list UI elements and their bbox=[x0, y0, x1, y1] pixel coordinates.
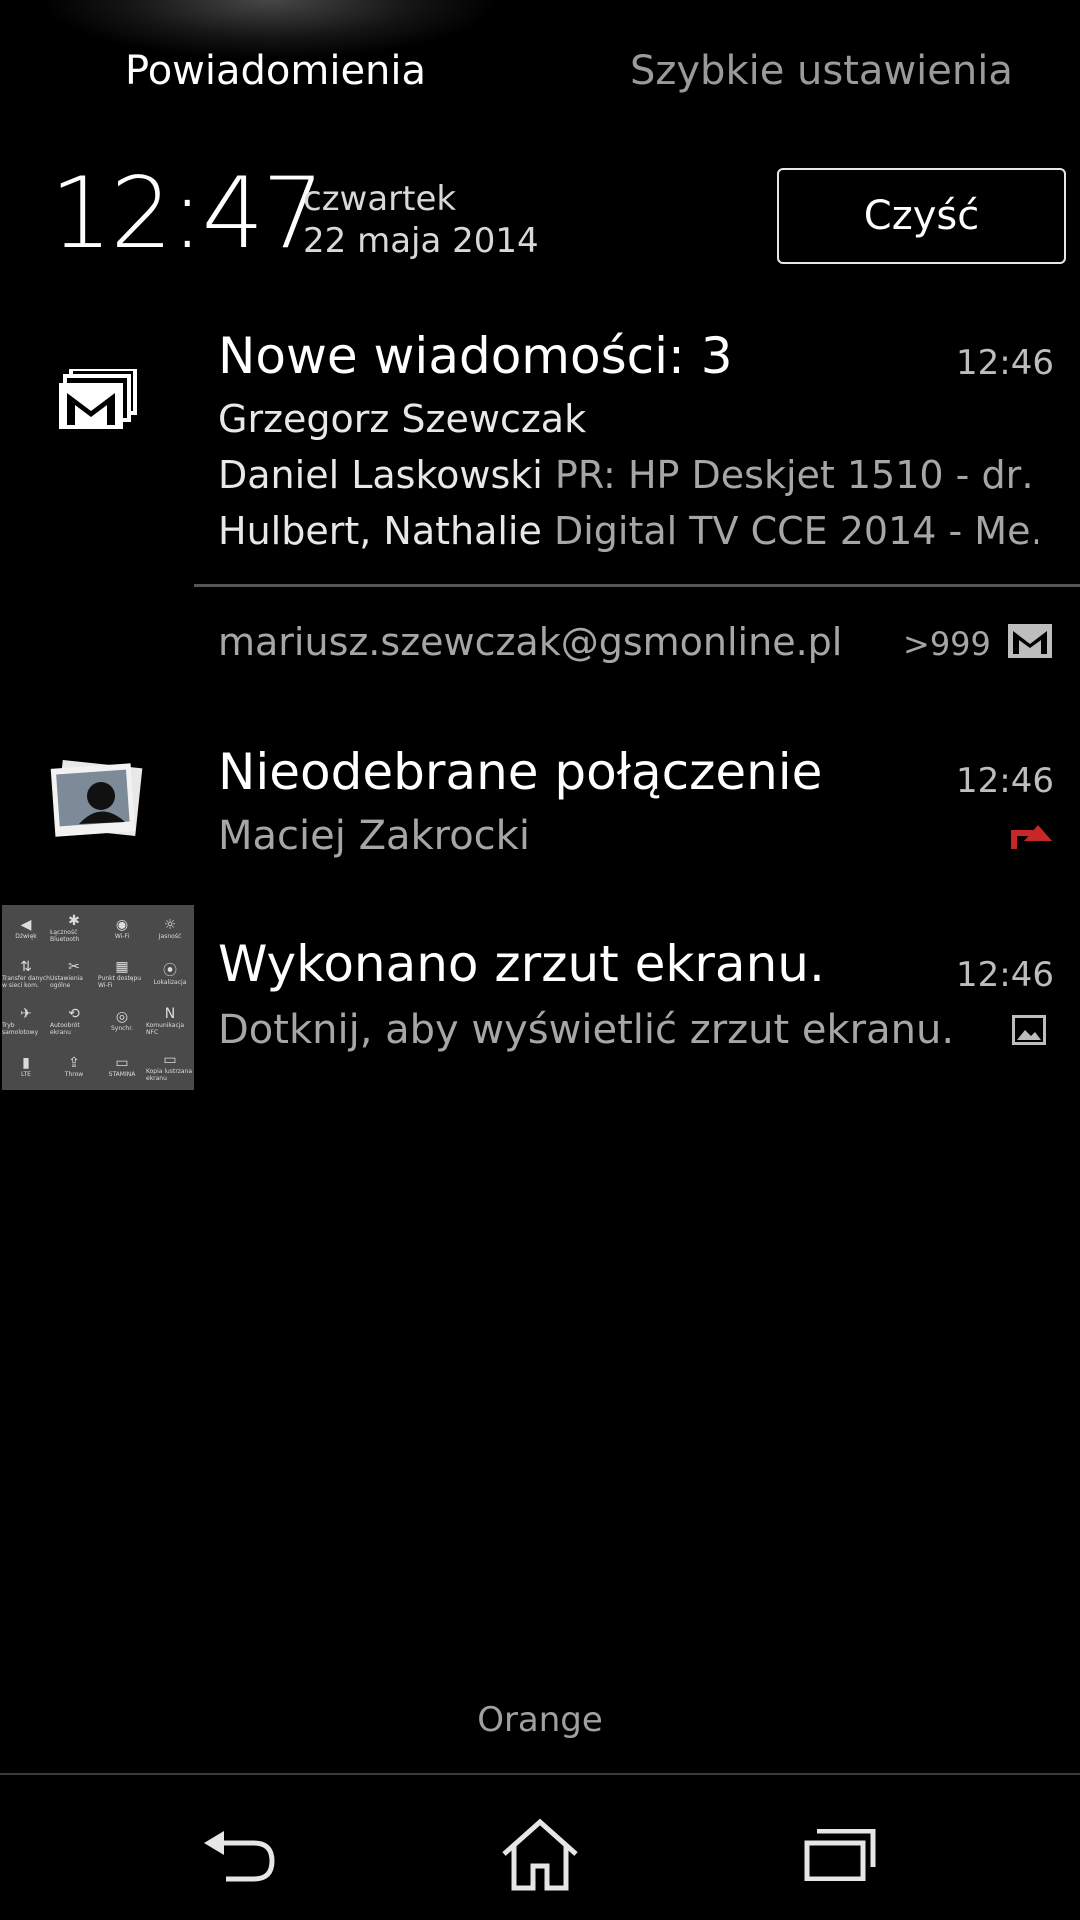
missed-call-icon bbox=[1010, 817, 1052, 855]
email-subject: Digital TV CCE 2014 - Me… bbox=[553, 509, 1038, 553]
email-sender: Grzegorz Szewczak bbox=[218, 397, 587, 441]
contact-photo bbox=[0, 750, 194, 850]
email-sender: Daniel Laskowski bbox=[218, 453, 543, 497]
email-line-1: Grzegorz Szewczak bbox=[218, 397, 1038, 441]
missed-call-contact: Maciej Zakrocki bbox=[218, 813, 530, 859]
email-subject: PR: HP Deskjet 1510 - dr… bbox=[554, 453, 1038, 497]
shade-tabs: Powiadomienia Szybkie ustawienia bbox=[0, 0, 1080, 150]
tab-notifications[interactable]: Powiadomienia bbox=[125, 48, 426, 94]
screenshot-subtitle: Dotknij, aby wyświetlić zrzut ekranu. bbox=[218, 1007, 955, 1053]
screenshot-notification[interactable]: Wykonano zrzut ekranu. 12:46 Dotknij, ab… bbox=[0, 905, 1080, 1095]
email-notification[interactable]: Nowe wiadomości: 3 12:46 Grzegorz Szewcz… bbox=[0, 315, 1080, 575]
email-line-3: Hulbert, Nathalie Digital TV CCE 2014 - … bbox=[218, 509, 1038, 553]
unread-count: >999 bbox=[903, 625, 991, 663]
gmail-multi-icon bbox=[0, 345, 194, 455]
back-icon[interactable] bbox=[195, 1815, 285, 1895]
date: 22 maja 2014 bbox=[303, 221, 539, 261]
email-line-2: Daniel Laskowski PR: HP Deskjet 1510 - d… bbox=[218, 453, 1038, 497]
weekday: czwartek bbox=[303, 179, 457, 219]
home-icon[interactable] bbox=[495, 1815, 585, 1895]
screenshot-title: Wykonano zrzut ekranu. bbox=[218, 935, 825, 993]
email-divider bbox=[194, 584, 1080, 587]
email-time: 12:46 bbox=[956, 343, 1054, 383]
screenshot-time: 12:46 bbox=[956, 955, 1054, 995]
clock: 12:47 bbox=[50, 157, 324, 271]
missed-call-time: 12:46 bbox=[956, 761, 1054, 801]
missed-call-notification[interactable]: Nieodebrane połączenie 12:46 Maciej Zakr… bbox=[0, 725, 1080, 875]
clear-button[interactable]: Czyść bbox=[777, 168, 1066, 264]
email-account: mariusz.szewczak@gsmonline.pl bbox=[218, 620, 843, 664]
email-title: Nowe wiadomości: 3 bbox=[218, 327, 733, 385]
gmail-icon bbox=[1008, 624, 1052, 662]
navigation-bar bbox=[0, 1773, 1080, 1920]
recents-icon[interactable] bbox=[795, 1815, 885, 1895]
date-block: czwartek 22 maja 2014 bbox=[303, 178, 539, 262]
operator-label: Orange bbox=[477, 1700, 603, 1740]
tab-quick-settings[interactable]: Szybkie ustawienia bbox=[630, 48, 1013, 94]
email-account-row[interactable]: mariusz.szewczak@gsmonline.pl >999 bbox=[0, 600, 1080, 690]
email-sender: Hulbert, Nathalie bbox=[218, 509, 542, 553]
image-icon bbox=[1012, 1015, 1046, 1049]
missed-call-title: Nieodebrane połączenie bbox=[218, 743, 823, 801]
